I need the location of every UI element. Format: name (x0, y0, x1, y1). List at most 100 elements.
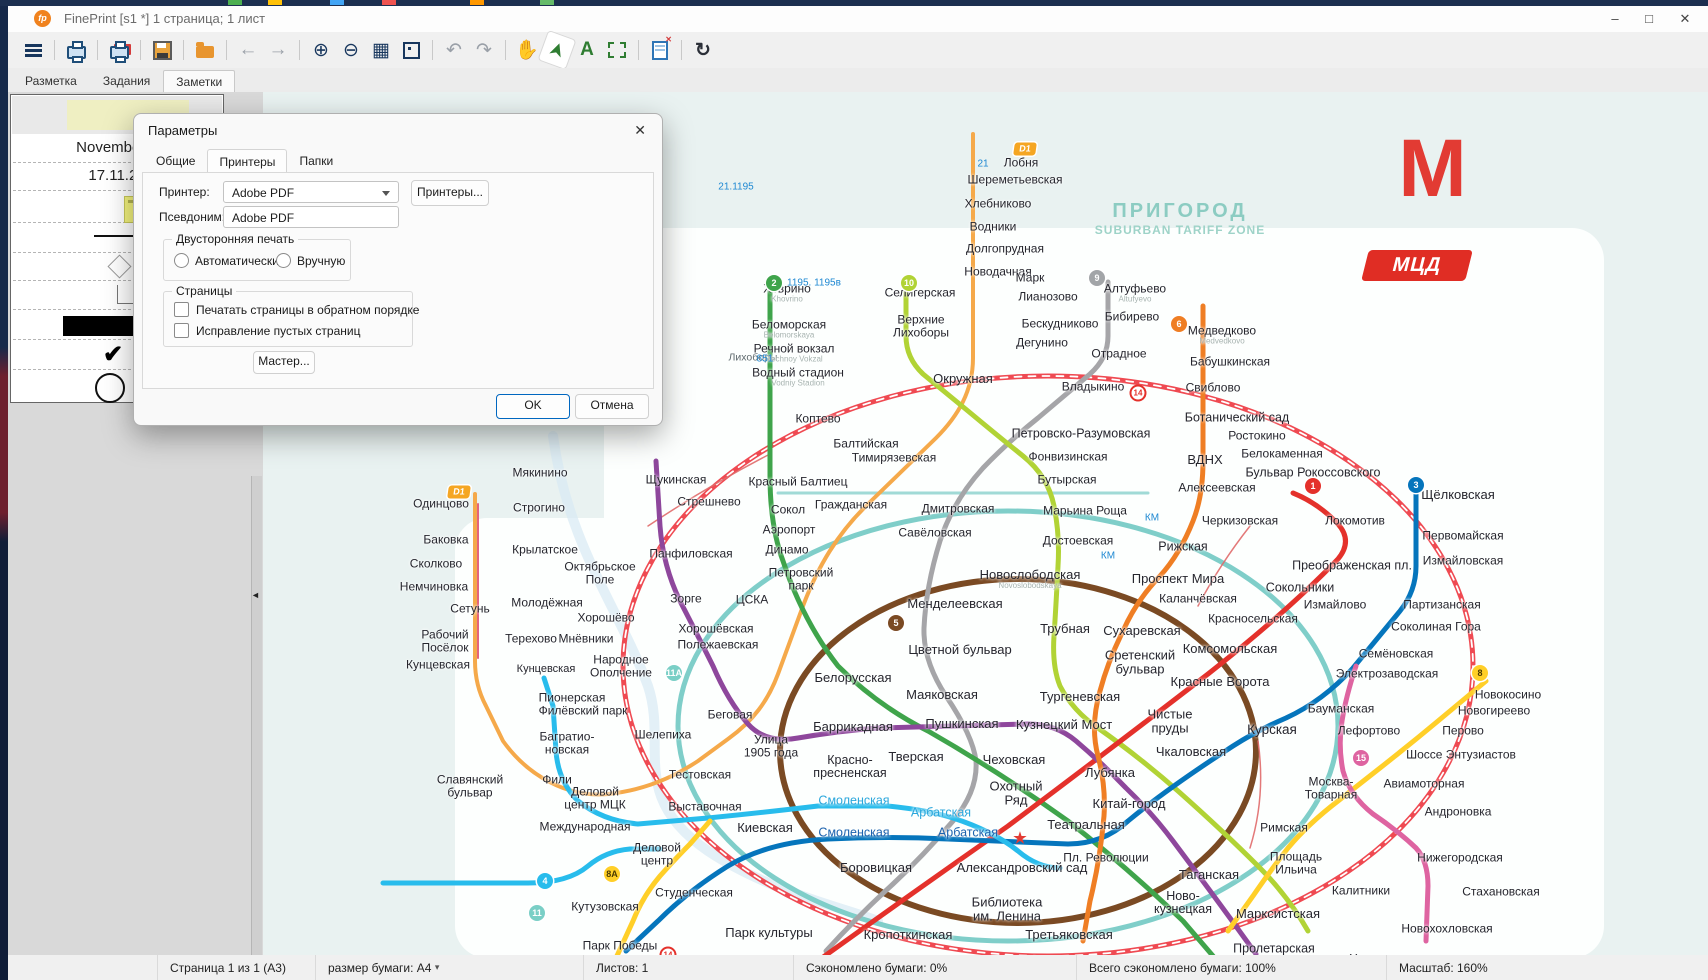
duplex-manual-radio[interactable]: Вручную (276, 253, 345, 268)
status-sheets: Листов: 1 (584, 955, 794, 980)
station-label: Марьина Роща (1043, 503, 1127, 518)
station-label: Театральная (1047, 817, 1125, 833)
alias-field[interactable]: Adobe PDF (223, 206, 399, 228)
cancel-button[interactable]: Отмена (575, 394, 649, 419)
station-label: Измайловская (1422, 553, 1504, 568)
zoom-in-icon[interactable]: ⊕ (306, 36, 336, 64)
open-icon[interactable] (190, 36, 220, 64)
ok-button[interactable]: OK (496, 394, 570, 419)
station-label: Красносельская (1208, 611, 1298, 626)
station-label: Нижегородская (1417, 850, 1503, 865)
line-badge: D1 (447, 485, 471, 499)
wizard-button[interactable]: Мастер... (253, 351, 315, 374)
station-label: Чистые пруды (1147, 706, 1193, 735)
panel-splitter[interactable]: ◄ (251, 476, 262, 955)
refresh-icon[interactable]: ↻ (688, 36, 718, 64)
station-label: Международная (539, 819, 631, 834)
station-label: Петровско-Разумовская (1011, 426, 1151, 441)
collapse-arrow-icon[interactable]: ◄ (251, 590, 260, 600)
reverse-pages-checkbox[interactable]: Печатать страницы в обратном порядке (174, 302, 419, 317)
station-label: Марксистская (1235, 906, 1321, 922)
station-label: Петровский парк (768, 565, 834, 592)
station-label: Немчиновка (399, 579, 469, 594)
multi-page-icon[interactable]: ▦ (366, 36, 396, 64)
station-label: Полежаевская (677, 637, 759, 652)
tab-Задания[interactable]: Задания (90, 69, 163, 92)
station-label: Боровицкая (839, 860, 913, 876)
zoom-out-icon[interactable]: ⊖ (336, 36, 366, 64)
station-label: Селигерская (884, 285, 956, 300)
duplex-auto-radio[interactable]: Автоматически (174, 253, 279, 268)
redo-icon[interactable]: ↷ (469, 36, 499, 64)
fix-blank-checkbox[interactable]: Исправление пустых страниц (174, 323, 360, 338)
station-label: Кузнецкий Мост (1015, 717, 1113, 733)
close-button[interactable]: ✕ (1668, 6, 1702, 32)
menu-icon[interactable] (18, 36, 48, 64)
toolbar-separator (226, 40, 227, 60)
line-badge: 4 (537, 873, 553, 889)
station-label: Тестовская (668, 767, 732, 782)
fit-page-icon (402, 41, 420, 59)
station-label: Савёловская (898, 525, 972, 540)
checkbox-icon[interactable] (174, 302, 189, 317)
station-label: Панфиловская (649, 546, 733, 561)
dialog-close-icon[interactable]: ✕ (634, 122, 646, 139)
minimize-button[interactable]: – (1598, 6, 1632, 32)
station-label: Щукинская (645, 472, 707, 487)
tab-Заметки[interactable]: Заметки (163, 70, 236, 93)
station-label: Выставочная (668, 799, 742, 814)
dialog-tab-Папки[interactable]: Папки (287, 148, 345, 173)
station-label: Угрешская (1349, 952, 1408, 955)
station-label: Крылатское (512, 542, 578, 557)
print-delete-icon (109, 40, 129, 63)
status-total-saved: Всего сэкономлено бумаги: 100% (1077, 955, 1387, 980)
checkbox-icon[interactable] (174, 323, 189, 338)
text-note-icon[interactable]: A (572, 36, 602, 64)
desktop-icon-sliver (228, 0, 242, 5)
pages-group: Страницы Печатать страницы в обратном по… (163, 284, 419, 347)
save-icon[interactable] (147, 36, 177, 64)
app-window: fp FinePrint [s1 *] 1 страница; 1 лист –… (8, 6, 1708, 980)
filled-rect-sample (63, 316, 143, 336)
tab-Разметка[interactable]: Разметка (12, 69, 90, 92)
station-label: Стрешнево (677, 494, 741, 509)
duplex-manual-label: Вручную (297, 254, 346, 268)
station-label: Сколково (409, 556, 463, 571)
status-paper-text: размер бумаги: A4 (328, 960, 432, 975)
maximize-button[interactable]: □ (1632, 6, 1666, 32)
station-label: Водный стадион Vodniy Stadion (752, 365, 844, 388)
station-label: Отрадное (1091, 346, 1147, 361)
printers-button[interactable]: Принтеры... (411, 180, 489, 206)
print-icon[interactable] (61, 36, 91, 64)
radio-icon[interactable] (174, 253, 189, 268)
station-label: Черкизовская (1201, 513, 1279, 528)
cursor-icon[interactable]: ➤ (538, 31, 576, 69)
metro-logo: М (1398, 123, 1467, 214)
back-icon[interactable]: ← (233, 36, 263, 64)
route-note: 21.1195 (718, 181, 754, 193)
dialog-tab-Общие[interactable]: Общие (144, 148, 207, 173)
radio-icon[interactable] (276, 253, 291, 268)
delete-page-icon[interactable] (645, 35, 675, 64)
forward-icon[interactable]: → (263, 36, 293, 64)
station-label: Октябрьское Поле (564, 559, 636, 586)
station-label: Хлебниково (964, 196, 1032, 211)
toolbar: ←→ ⊕⊖▦ ↶↷ ✋➤A ↻ (8, 31, 1708, 69)
desktop-icon-sliver (470, 0, 484, 5)
station-label: Славянский бульвар (436, 772, 504, 799)
station-label: Фили (542, 772, 572, 787)
station-label: Семёновская (1358, 646, 1434, 661)
print-delete-icon[interactable] (104, 36, 134, 64)
printer-select[interactable]: Adobe PDF (223, 181, 399, 203)
window-title: FinePrint [s1 *] 1 страница; 1 лист (64, 11, 266, 26)
undo-icon[interactable]: ↶ (439, 36, 469, 64)
pan-icon[interactable]: ✋ (512, 36, 542, 64)
fit-page-icon[interactable] (396, 36, 426, 64)
station-label: Калитники (1331, 883, 1391, 898)
line-badge: 8А (604, 866, 620, 882)
select-icon[interactable] (602, 36, 632, 64)
line-badge: 1 (1305, 478, 1321, 494)
station-label: Беломорская Belomorskaya (751, 317, 827, 340)
dialog-tab-Принтеры[interactable]: Принтеры (207, 149, 288, 174)
status-paper-size[interactable]: размер бумаги: A4 ▾ (316, 955, 584, 980)
